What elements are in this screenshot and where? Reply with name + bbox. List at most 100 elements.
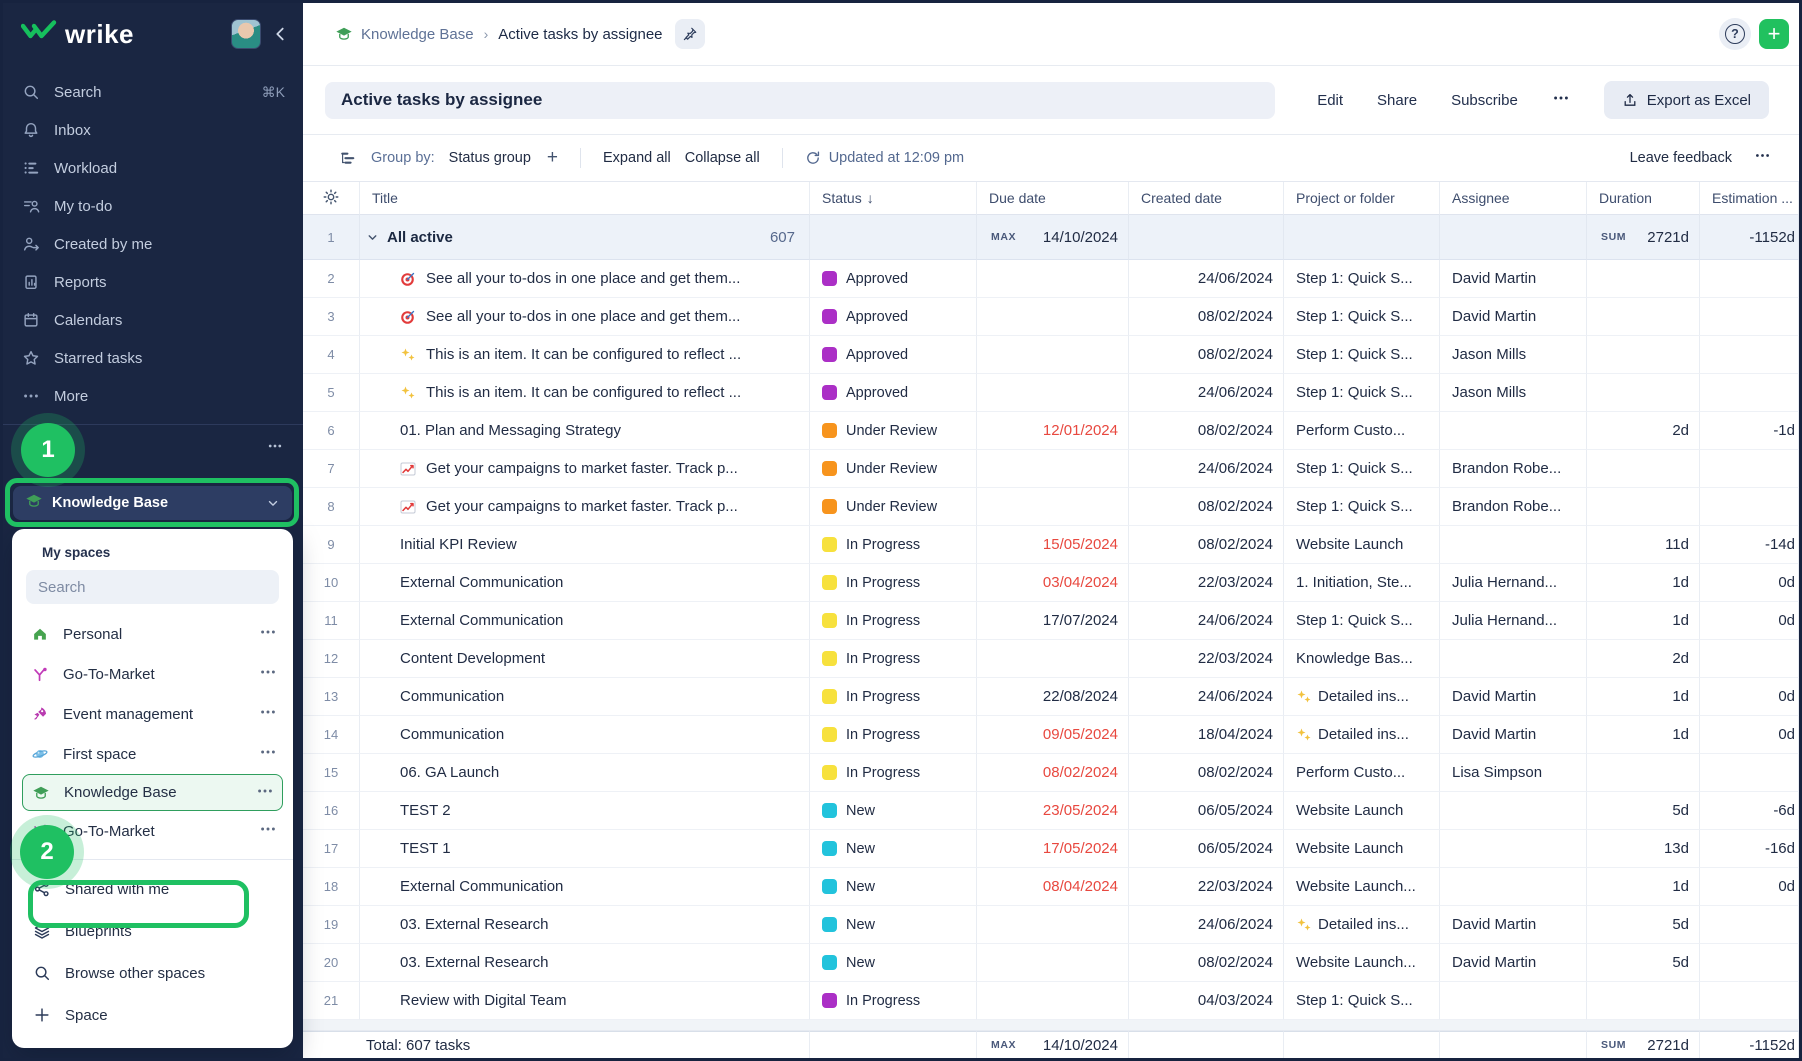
export-as-excel-button[interactable]: Export as Excel xyxy=(1604,81,1769,119)
task-row[interactable]: 14CommunicationIn Progress09/05/202418/0… xyxy=(303,716,1799,754)
sidebar-item-workload[interactable]: Workload xyxy=(3,149,303,187)
row-number: 18 xyxy=(303,868,360,906)
task-row[interactable]: 13CommunicationIn Progress22/08/202424/0… xyxy=(303,678,1799,716)
status-cell: In Progress xyxy=(810,564,977,602)
sidebar-item-calendars[interactable]: Calendars xyxy=(3,301,303,339)
column-header-assignee[interactable]: Assignee xyxy=(1440,182,1587,215)
tutorial-step-1-badge: 1 xyxy=(21,423,75,477)
breadcrumb-space-link[interactable]: Knowledge Base xyxy=(335,25,474,43)
task-row[interactable]: 2003. External ResearchNew08/02/2024Webs… xyxy=(303,944,1799,982)
sidebar-item-starred-tasks[interactable]: Starred tasks xyxy=(3,339,303,377)
sidebar-item-label: Calendars xyxy=(54,312,122,329)
project-label: Step 1: Quick S... xyxy=(1296,460,1413,477)
space-item-more-icon[interactable] xyxy=(256,782,274,804)
collapse-all-button[interactable]: Collapse all xyxy=(685,150,760,166)
panel-action-blueprints[interactable]: Blueprints xyxy=(12,910,293,952)
add-grouping-icon[interactable]: + xyxy=(547,147,558,169)
sidebar-item-search[interactable]: Search⌘K xyxy=(3,73,303,111)
status-cell: In Progress xyxy=(810,982,977,1020)
help-button[interactable]: ? xyxy=(1719,18,1751,50)
more-actions-icon[interactable] xyxy=(1552,89,1570,112)
leave-feedback-button[interactable]: Leave feedback xyxy=(1630,150,1732,166)
estimation-cell xyxy=(1700,298,1799,336)
column-header-title[interactable]: Title xyxy=(360,182,810,215)
space-item-more-icon[interactable] xyxy=(259,623,277,645)
spaces-search-input[interactable] xyxy=(26,570,279,604)
panel-action-browse-other-spaces[interactable]: Browse other spaces xyxy=(12,952,293,994)
gear-icon[interactable] xyxy=(322,188,340,209)
task-row[interactable]: 5This is an item. It can be configured t… xyxy=(303,374,1799,412)
sort-desc-icon: ↓ xyxy=(867,190,874,206)
space-item-more-icon[interactable] xyxy=(259,743,277,765)
sidebar-item-inbox[interactable]: Inbox xyxy=(3,111,303,149)
task-title-cell: Communication xyxy=(360,716,810,754)
due-date-cell: 03/04/2024 xyxy=(977,564,1129,602)
column-header-status[interactable]: Status↓ xyxy=(810,182,977,215)
column-header-estimation[interactable]: Estimation ... xyxy=(1700,182,1799,215)
space-item-more-icon[interactable] xyxy=(259,663,277,685)
task-row[interactable]: 1903. External ResearchNew24/06/2024Deta… xyxy=(303,906,1799,944)
status-label: Approved xyxy=(846,347,908,363)
edit-button[interactable]: Edit xyxy=(1317,92,1343,109)
pin-icon[interactable] xyxy=(675,19,705,49)
status-label: Under Review xyxy=(846,499,937,515)
space-item-first-space[interactable]: First space xyxy=(12,734,293,774)
subscribe-button[interactable]: Subscribe xyxy=(1451,92,1518,109)
task-row[interactable]: 1506. GA LaunchIn Progress08/02/202408/0… xyxy=(303,754,1799,792)
create-new-button[interactable]: + xyxy=(1759,19,1789,49)
estimation-cell xyxy=(1700,982,1799,1020)
sidebar-item-more[interactable]: More xyxy=(3,377,303,415)
group-by-value[interactable]: Status group xyxy=(449,150,531,166)
task-row[interactable]: 10External CommunicationIn Progress03/04… xyxy=(303,564,1799,602)
space-item-more-icon[interactable] xyxy=(259,820,277,842)
task-row[interactable]: 4This is an item. It can be configured t… xyxy=(303,336,1799,374)
task-row[interactable]: 7Get your campaigns to market faster. Tr… xyxy=(303,450,1799,488)
refresh-status[interactable]: Updated at 12:09 pm xyxy=(805,150,964,166)
sidebar-item-my-to-do[interactable]: My to-do xyxy=(3,187,303,225)
sidebar-item-reports[interactable]: Reports xyxy=(3,263,303,301)
space-item-event-management[interactable]: Event management xyxy=(12,694,293,734)
project-cell: Step 1: Quick S... xyxy=(1284,260,1440,298)
task-row[interactable]: 8Get your campaigns to market faster. Tr… xyxy=(303,488,1799,526)
task-row[interactable]: 17TEST 1New17/05/202406/05/2024Website L… xyxy=(303,830,1799,868)
sidebar-item-created-by-me[interactable]: Created by me xyxy=(3,225,303,263)
column-header-project-or-folder[interactable]: Project or folder xyxy=(1284,182,1440,215)
share-button[interactable]: Share xyxy=(1377,92,1417,109)
panel-action-space[interactable]: Space xyxy=(12,994,293,1036)
expand-all-button[interactable]: Expand all xyxy=(603,150,671,166)
table-settings-cell[interactable] xyxy=(303,182,360,215)
created-date-cell: 08/02/2024 xyxy=(1129,298,1284,336)
group-row-all-active[interactable]: 1 All active 607 MAX14/10/2024 SUM2721d xyxy=(303,215,1799,260)
column-header-due-date[interactable]: Due date xyxy=(977,182,1129,215)
user-avatar[interactable] xyxy=(231,19,261,49)
space-item-go-to-market[interactable]: Go-To-Market xyxy=(12,654,293,694)
report-title-input[interactable] xyxy=(325,82,1275,119)
group-task-count: 607 xyxy=(770,229,809,246)
task-row[interactable]: 16TEST 2New23/05/202406/05/2024Website L… xyxy=(303,792,1799,830)
project-cell: Step 1: Quick S... xyxy=(1284,336,1440,374)
space-item-knowledge-base[interactable]: Knowledge Base xyxy=(22,774,283,811)
task-row[interactable]: 11External CommunicationIn Progress17/07… xyxy=(303,602,1799,640)
chevron-down-icon[interactable] xyxy=(366,231,379,244)
due-date-cell xyxy=(977,450,1129,488)
task-row[interactable]: 3See all your to-dos in one place and ge… xyxy=(303,298,1799,336)
group-by-icon[interactable] xyxy=(339,149,357,167)
task-row[interactable]: 9Initial KPI ReviewIn Progress15/05/2024… xyxy=(303,526,1799,564)
space-switcher-button[interactable]: Knowledge Base xyxy=(13,486,292,520)
toolbar-more-icon[interactable] xyxy=(1754,147,1771,169)
space-item-more-icon[interactable] xyxy=(259,703,277,725)
task-row[interactable]: 12Content DevelopmentIn Progress22/03/20… xyxy=(303,640,1799,678)
task-row[interactable]: 2See all your to-dos in one place and ge… xyxy=(303,260,1799,298)
status-color-chip xyxy=(822,841,837,856)
task-row[interactable]: 601. Plan and Messaging StrategyUnder Re… xyxy=(303,412,1799,450)
column-header-duration[interactable]: Duration xyxy=(1587,182,1700,215)
column-header-created-date[interactable]: Created date xyxy=(1129,182,1284,215)
task-title: External Communication xyxy=(400,612,563,629)
sidebar-collapse-icon[interactable] xyxy=(271,25,289,43)
task-row[interactable]: 18External CommunicationNew08/04/202422/… xyxy=(303,868,1799,906)
task-row[interactable]: 21Review with Digital TeamIn Progress04/… xyxy=(303,982,1799,1020)
space-section-more-icon[interactable] xyxy=(267,438,283,459)
status-color-chip xyxy=(822,993,837,1008)
space-item-personal[interactable]: Personal xyxy=(12,614,293,654)
status-color-chip xyxy=(822,727,837,742)
